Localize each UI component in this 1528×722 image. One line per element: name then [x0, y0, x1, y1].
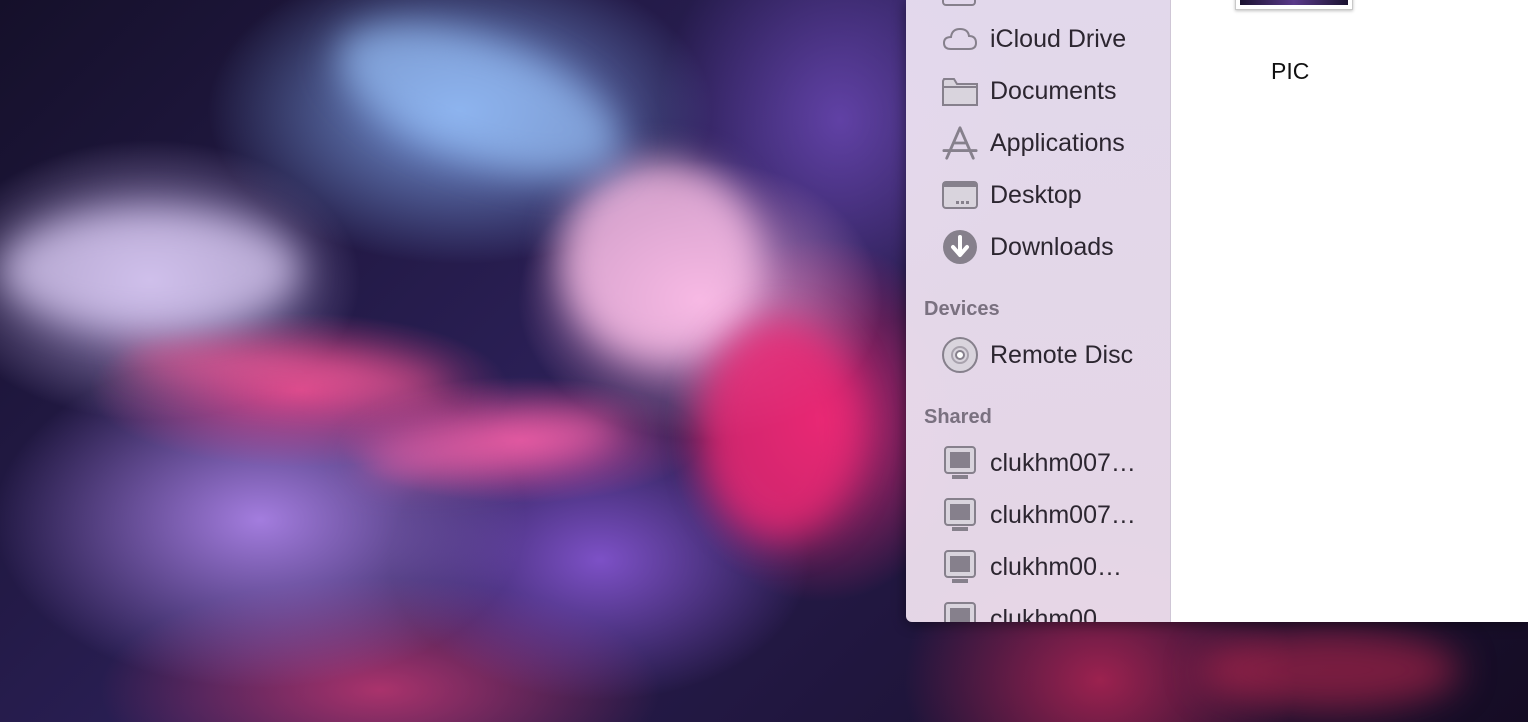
sidebar-item-label: Documents	[990, 76, 1117, 105]
sidebar-item-label: clukhm00…	[990, 552, 1122, 581]
computer-icon	[942, 445, 978, 481]
applications-icon	[942, 125, 978, 161]
shared-section-header: Shared	[924, 406, 992, 428]
finder-content-area: PIC	[1171, 0, 1528, 622]
finder-window: iCloud Drive Documents Applications Desk…	[906, 0, 1528, 622]
file-thumbnail[interactable]	[1235, 0, 1353, 10]
computer-icon	[942, 549, 978, 585]
sidebar-item-label: Desktop	[990, 180, 1082, 209]
sidebar-item-shared-computer[interactable]: clukhm00…	[906, 545, 1170, 589]
sidebar-item-label: Applications	[990, 128, 1125, 157]
file-name-label[interactable]: PIC	[1271, 58, 1309, 85]
sidebar-item-label: clukhm007…	[990, 448, 1136, 477]
sidebar-item-label: clukhm00…	[990, 604, 1122, 623]
finder-sidebar: iCloud Drive Documents Applications Desk…	[906, 0, 1171, 622]
computer-icon	[942, 497, 978, 533]
disc-icon	[942, 337, 978, 373]
sidebar-item-shared-computer[interactable]: clukhm00…	[906, 597, 1170, 622]
desktop-icon	[942, 177, 978, 213]
sidebar-item-label: Remote Disc	[990, 340, 1134, 369]
sidebar-item-label: clukhm007…	[990, 500, 1136, 529]
sidebar-item-icloud-drive[interactable]: iCloud Drive	[906, 17, 1170, 61]
sidebar-item-shared-computer[interactable]: clukhm007…	[906, 441, 1170, 485]
sidebar-item-applications[interactable]: Applications	[906, 121, 1170, 165]
devices-section-header: Devices	[924, 298, 1000, 320]
downloads-icon	[942, 229, 978, 265]
sidebar-item-label: iCloud Drive	[990, 24, 1127, 53]
sidebar-item-shared-computer[interactable]: clukhm007…	[906, 493, 1170, 537]
folder-icon	[942, 73, 978, 109]
sidebar-item-label: Downloads	[990, 232, 1114, 261]
cloud-icon	[942, 21, 978, 57]
partial-sidebar-item-icon	[942, 0, 976, 6]
computer-icon	[942, 601, 978, 622]
sidebar-item-remote-disc[interactable]: Remote Disc	[906, 333, 1170, 377]
sidebar-item-desktop[interactable]: Desktop	[906, 173, 1170, 217]
sidebar-item-documents[interactable]: Documents	[906, 69, 1170, 113]
sidebar-item-downloads[interactable]: Downloads	[906, 225, 1170, 269]
